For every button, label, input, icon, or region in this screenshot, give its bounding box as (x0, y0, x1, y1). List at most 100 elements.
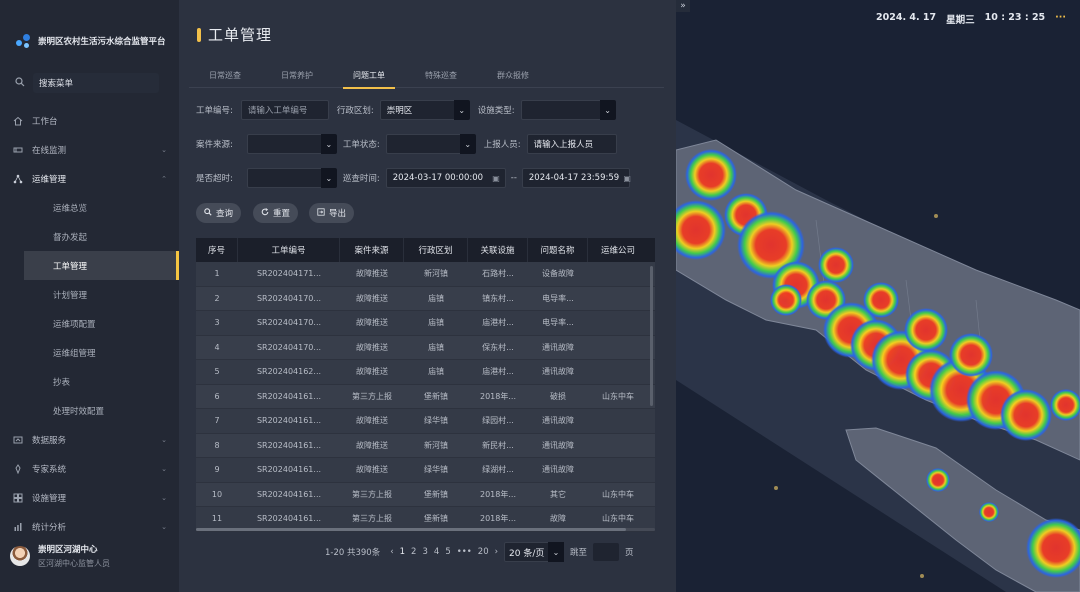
heatmap-map[interactable] (676, 0, 1080, 592)
table-cell: 故障推送 (356, 440, 388, 450)
reset-button[interactable]: 重置 (253, 203, 299, 223)
date-text: 2024. 4. 17 (876, 12, 937, 23)
table-cell: 电导率... (542, 293, 574, 303)
page-size-select[interactable]: 20 条/页 ⌄ (504, 542, 565, 562)
page-link[interactable]: 3 (422, 547, 427, 557)
heat-spot (770, 284, 802, 316)
start-time-input[interactable]: 2024-03-17 00:00:00 ▣ (385, 168, 506, 188)
table-cell: 通讯故障 (542, 416, 574, 426)
sidebar-sub-work-orders[interactable]: 工单管理 (24, 251, 179, 280)
order-status-select[interactable]: ⌄ (385, 134, 476, 154)
user-profile[interactable]: 崇明区河湖中心 区河湖中心监管人员 (10, 543, 110, 569)
table-body: 1 SR202404171... 故障推送 新河镇 石路村... 设备故障 2 SR20240… (196, 262, 655, 532)
sidebar-item-facilities[interactable]: 设施管理 ⌄ (0, 483, 179, 512)
sidebar-sub-timeliness[interactable]: 处理时效配置 (0, 396, 179, 425)
sidebar-item-label: 在线监测 (32, 145, 67, 156)
overdue-select[interactable]: ⌄ (246, 168, 337, 188)
table-cell: 电导率... (542, 318, 574, 328)
table-row[interactable]: 2 SR202404170... 故障推送 庙镇 镇东村... 电导率... (196, 286, 655, 311)
table-cell: SR202404161... (256, 391, 322, 401)
heat-spot (863, 282, 899, 318)
prev-page-button[interactable]: ‹ (390, 547, 393, 557)
table-row[interactable]: 10 SR202404161... 第三方上报 堡新镇 2018年... 其它 山东中车 (196, 482, 655, 507)
horizontal-scrollbar[interactable] (196, 528, 655, 531)
district-select[interactable]: 崇明区 ⌄ (379, 100, 470, 120)
tab-daily-maintenance[interactable]: 日常养护 (261, 68, 333, 87)
heatmap-panel[interactable]: » 2024. 4. 17 星期三 10 : 23 : 25 ··· (676, 0, 1080, 592)
sidebar-sub-item-config[interactable]: 运维项配置 (0, 309, 179, 338)
reporter-input[interactable]: 请输入上报人员 (526, 134, 617, 154)
monitor-icon (13, 145, 23, 155)
next-page-button[interactable]: › (495, 547, 498, 557)
menu-search-input[interactable]: 搜索菜单 (33, 73, 159, 93)
column-header: 问题名称 (528, 238, 588, 262)
brand: 崇明区农村生活污水综合监管平台 (14, 32, 166, 50)
table-cell: 4 (214, 342, 220, 352)
table-cell: 第三方上报 (352, 514, 392, 524)
refresh-icon (261, 207, 269, 219)
heat-spot (1000, 389, 1052, 441)
more-icon[interactable]: ··· (1055, 12, 1066, 26)
sidebar-sub-groups[interactable]: 运维组管理 (0, 338, 179, 367)
chevron-down-icon: ⌄ (320, 134, 337, 154)
case-source-select[interactable]: ⌄ (246, 134, 337, 154)
chevron-down-icon: ⌄ (161, 522, 167, 531)
table-cell: 7 (214, 416, 220, 426)
tab-public-repair[interactable]: 群众报修 (477, 68, 549, 87)
export-button[interactable]: 导出 (309, 203, 355, 223)
sidebar-sub-plans[interactable]: 计划管理 (0, 280, 179, 309)
tab-problem-orders[interactable]: 问题工单 (333, 68, 405, 89)
grid-icon (13, 493, 23, 503)
collapse-panel-button[interactable]: » (676, 0, 690, 12)
sidebar-item-statistics[interactable]: 统计分析 ⌄ (0, 512, 179, 541)
table-cell: 堡新镇 (424, 489, 448, 499)
page-link[interactable]: 4 (434, 547, 439, 557)
start-time-value: 2024-03-17 00:00:00 (392, 173, 484, 183)
tab-daily-patrol[interactable]: 日常巡查 (189, 68, 261, 87)
title-accent (197, 27, 201, 42)
table-row[interactable]: 3 SR202404170... 故障推送 庙镇 庙港村... 电导率... (196, 311, 655, 336)
table-row[interactable]: 8 SR202404161... 故障推送 新河镇 新民村... 通讯故障 (196, 433, 655, 458)
order-no-input[interactable]: 请输入工单编号 (240, 100, 329, 120)
sidebar-item-operations[interactable]: 运维管理 ⌃ (0, 164, 179, 193)
sidebar-item-data-services[interactable]: 数据服务 ⌄ (0, 425, 179, 454)
table-row[interactable]: 5 SR202404162... 故障推送 庙镇 庙港村... 通讯故障 (196, 360, 655, 385)
table-row[interactable]: 9 SR202404161... 故障推送 绿华镇 绿湖村... 通讯故障 (196, 458, 655, 483)
query-button[interactable]: 查询 (196, 203, 242, 223)
page-link[interactable]: 20 (478, 547, 489, 557)
page-ellipsis[interactable]: ••• (457, 547, 472, 557)
table-cell: 故障推送 (356, 318, 388, 328)
sidebar-sub-overview[interactable]: 运维总览 (0, 193, 179, 222)
table-row[interactable]: 1 SR202404171... 故障推送 新河镇 石路村... 设备故障 (196, 262, 655, 287)
pagination-summary: 1-20 共390条 (325, 548, 381, 558)
table-cell: 庙港村... (482, 367, 514, 377)
page-title: 工单管理 (197, 24, 272, 45)
app-title: 崇明区农村生活污水综合监管平台 (38, 37, 166, 47)
logo-icon (14, 32, 32, 50)
district-value: 崇明区 (386, 106, 413, 116)
table-row[interactable]: 7 SR202404161... 故障推送 绿华镇 绿园村... 通讯故障 (196, 409, 655, 434)
jump-page-input[interactable] (593, 543, 620, 561)
end-time-input[interactable]: 2024-04-17 23:59:59 ▣ (521, 168, 631, 188)
vertical-scrollbar[interactable] (650, 266, 653, 406)
facility-type-select[interactable]: ⌄ (520, 100, 616, 120)
sidebar-item-workbench[interactable]: 工作台 (0, 106, 179, 135)
page-link[interactable]: 2 (411, 547, 416, 557)
tab-bar: 日常巡查 日常养护 问题工单 特殊巡查 群众报修 (189, 68, 664, 89)
table-row[interactable]: 6 SR202404161... 第三方上报 堡新镇 2018年... 破损 山东中车 (196, 384, 655, 409)
table-cell: 新河镇 (424, 269, 448, 279)
sidebar-item-monitoring[interactable]: 在线监测 ⌄ (0, 135, 179, 164)
sidebar-sub-supervise[interactable]: 督办发起 (0, 222, 179, 251)
menu-search[interactable]: 搜索菜单 (10, 72, 166, 94)
table-row[interactable]: 4 SR202404170... 故障推送 庙镇 保东村... 通讯故障 (196, 335, 655, 360)
page-link[interactable]: 1 (400, 547, 405, 557)
sidebar-sub-meter-reading[interactable]: 抄表 (0, 367, 179, 396)
page-link[interactable]: 5 (445, 547, 450, 557)
calendar-icon: ▣ (492, 173, 500, 183)
search-icon (15, 76, 25, 90)
jump-label: 跳至 (570, 548, 588, 558)
tab-special-patrol[interactable]: 特殊巡查 (405, 68, 477, 87)
patrol-time-label: 巡查时间: (342, 174, 380, 184)
sidebar-item-expert[interactable]: 专家系统 ⌄ (0, 454, 179, 483)
table-cell: 2018年... (480, 489, 516, 499)
